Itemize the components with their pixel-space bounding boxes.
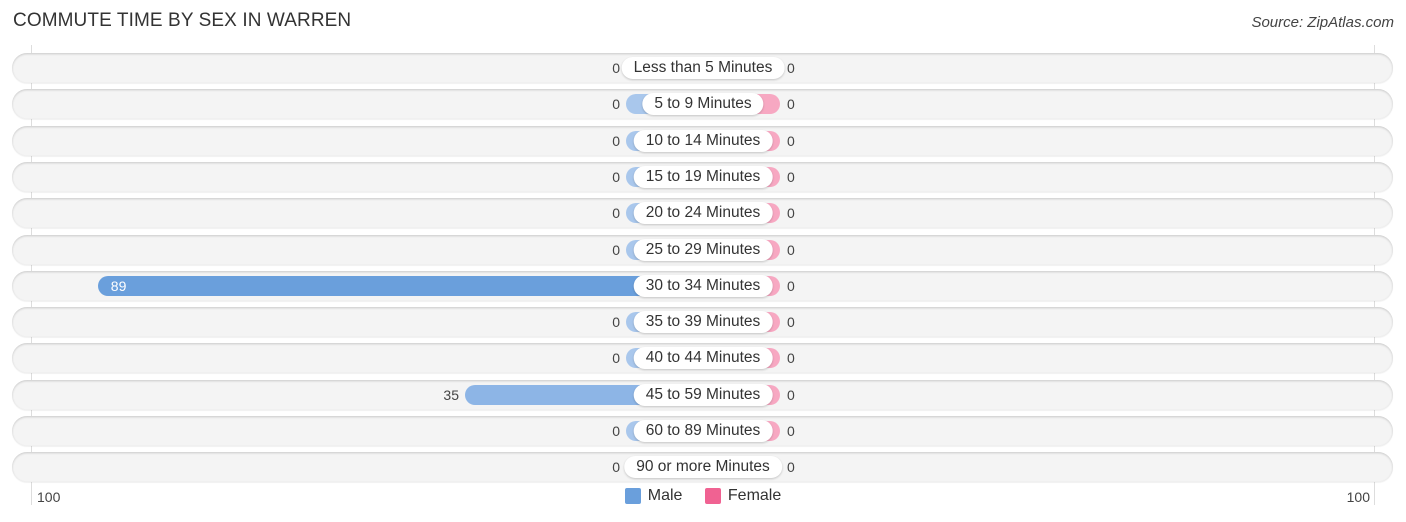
- value-label-female: 0: [787, 241, 795, 258]
- chart-row: 35 0 45 to 59 Minutes: [12, 379, 1393, 410]
- chart-row: 0 0 90 or more Minutes: [12, 452, 1393, 483]
- chart-row: 0 0 5 to 9 Minutes: [12, 89, 1393, 120]
- chart-row: 0 0 60 to 89 Minutes: [12, 416, 1393, 446]
- chart-row: 0 0 20 to 24 Minutes: [12, 198, 1393, 229]
- value-label-female: 0: [787, 205, 795, 222]
- value-label-male: 0: [612, 314, 620, 331]
- chart-row: 0 0 25 to 29 Minutes: [12, 234, 1393, 265]
- value-label-female: 0: [787, 386, 795, 403]
- value-label-male: 0: [612, 423, 620, 439]
- legend-label-female: Female: [727, 487, 782, 504]
- value-label-male: 0: [612, 60, 620, 76]
- chart-row: 0 0 40 to 44 Minutes: [12, 343, 1393, 374]
- category-label: 15 to 19 Minutes: [633, 165, 773, 188]
- category-label: Less than 5 Minutes: [621, 57, 785, 79]
- category-label: 5 to 9 Minutes: [642, 93, 764, 116]
- category-label: 60 to 89 Minutes: [633, 420, 773, 442]
- category-label: 90 or more Minutes: [624, 456, 782, 479]
- value-label-female: 0: [787, 60, 795, 76]
- category-label: 35 to 39 Minutes: [633, 311, 773, 334]
- value-label-male: 0: [612, 459, 620, 476]
- value-label-male: 89: [110, 277, 127, 294]
- chart-row: 89 0 30 to 34 Minutes: [12, 270, 1393, 301]
- value-label-male: 0: [612, 168, 620, 185]
- category-label: 45 to 59 Minutes: [633, 383, 773, 406]
- value-label-female: 0: [787, 277, 795, 294]
- value-label-female: 0: [787, 423, 795, 439]
- value-label-female: 0: [787, 314, 795, 331]
- value-label-male: 35: [443, 386, 459, 403]
- value-label-male: 0: [612, 241, 620, 258]
- value-label-female: 0: [787, 350, 795, 367]
- value-label-male: 0: [612, 132, 620, 149]
- category-label: 25 to 29 Minutes: [633, 238, 773, 261]
- chart-row: 0 0 10 to 14 Minutes: [12, 125, 1393, 156]
- legend-item-female: Female: [704, 487, 782, 505]
- category-label: 10 to 14 Minutes: [633, 129, 773, 152]
- category-label: 40 to 44 Minutes: [633, 347, 773, 370]
- chart-row: 0 0 Less than 5 Minutes: [12, 53, 1393, 83]
- value-label-female: 0: [787, 96, 795, 113]
- chart-row: 0 0 35 to 39 Minutes: [12, 307, 1393, 338]
- legend-swatch-male: [624, 488, 641, 504]
- bar-male: [97, 275, 703, 296]
- chart-row: 0 0 15 to 19 Minutes: [12, 161, 1393, 192]
- legend-label-male: Male: [647, 487, 683, 504]
- source-label: Source: ZipAtlas.com: [1251, 14, 1394, 31]
- value-label-male: 0: [612, 205, 620, 222]
- legend: Male Female: [0, 487, 1406, 509]
- chart-title: COMMUTE TIME BY SEX IN WARREN: [13, 10, 352, 31]
- legend-item-male: Male: [624, 487, 683, 505]
- value-label-male: 0: [612, 350, 620, 367]
- value-label-female: 0: [787, 168, 795, 185]
- category-label: 20 to 24 Minutes: [633, 202, 773, 225]
- value-label-male: 0: [612, 96, 620, 113]
- value-label-female: 0: [787, 132, 795, 149]
- legend-swatch-female: [704, 488, 721, 504]
- category-label: 30 to 34 Minutes: [633, 274, 773, 297]
- value-label-female: 0: [787, 459, 795, 476]
